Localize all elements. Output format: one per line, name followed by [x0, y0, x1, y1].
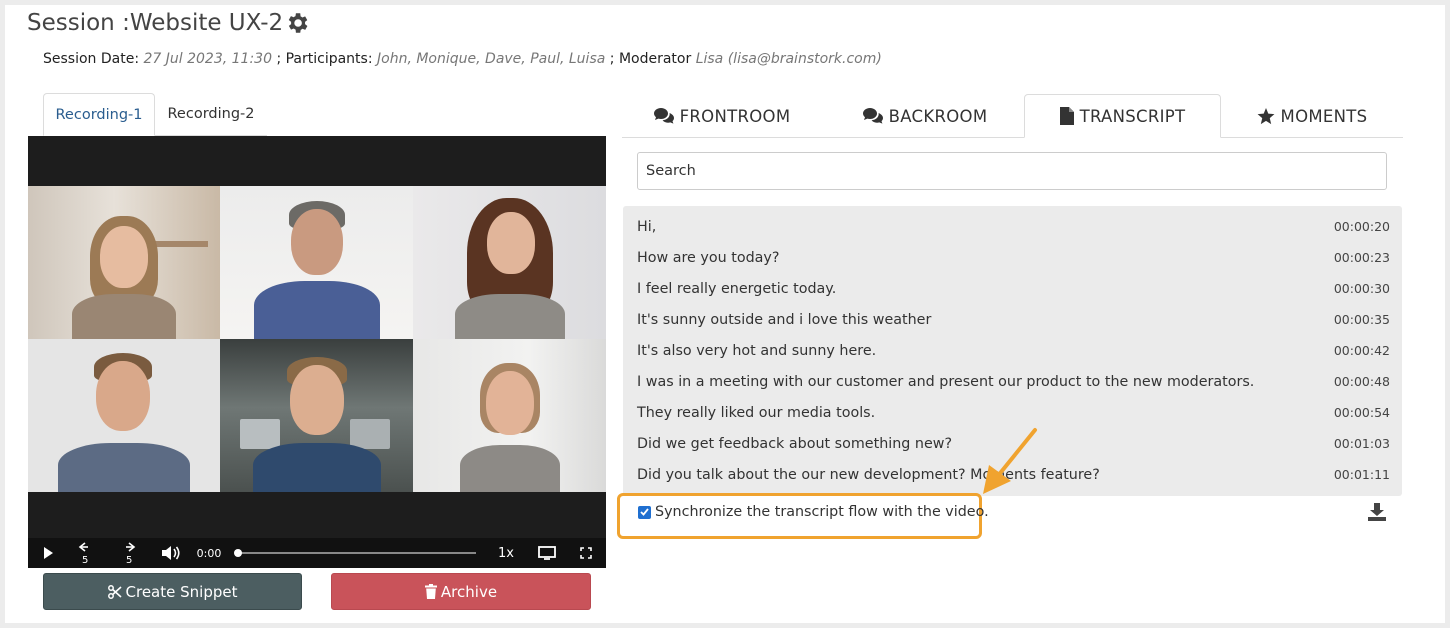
transcript-timestamp[interactable]: 00:00:20 [1334, 219, 1390, 234]
create-snippet-label: Create Snippet [125, 582, 238, 601]
sync-option[interactable]: Synchronize the transcript flow with the… [638, 504, 989, 520]
fullscreen-icon[interactable] [576, 538, 596, 568]
comments-icon [862, 108, 883, 124]
transcript-text: I was in a meeting with our customer and… [637, 373, 1255, 390]
tab-recording-2[interactable]: Recording-2 [155, 93, 267, 136]
session-title: Session :Website UX-2 [27, 10, 284, 36]
transcript-timestamp[interactable]: 00:00:54 [1334, 405, 1390, 420]
participants-label: ; Participants: [276, 51, 373, 67]
transcript-row[interactable]: I feel really energetic today. 00:00:30 [637, 273, 1390, 304]
archive-label: Archive [440, 582, 498, 601]
transcript-text: I feel really energetic today. [637, 280, 837, 297]
file-icon [1059, 107, 1074, 125]
transcript-timestamp[interactable]: 00:01:03 [1334, 436, 1390, 451]
skip-forward-seconds: 5 [126, 555, 133, 566]
volume-icon[interactable] [160, 538, 182, 568]
date-value: 27 Jul 2023, 11:30 [143, 51, 272, 67]
participants-value: John, Monique, Dave, Paul, Luisa [377, 51, 606, 67]
transcript-text: How are you today? [637, 249, 780, 266]
date-label: Session Date: [43, 51, 140, 67]
participant-video-tile [413, 339, 606, 492]
skip-forward-icon[interactable]: 5 [120, 538, 140, 568]
transcript-row[interactable]: How are you today? 00:00:23 [637, 242, 1390, 273]
comments-icon [653, 108, 674, 124]
skip-back-icon[interactable]: 5 [74, 538, 94, 568]
tab-moments-label: MOMENTS [1280, 106, 1368, 126]
participant-video-tile [28, 186, 220, 339]
star-icon [1257, 107, 1274, 124]
transcript-row[interactable]: I was in a meeting with our customer and… [637, 366, 1390, 397]
moderator-value: Lisa (lisa@brainstork.com) [695, 51, 882, 67]
current-time: 0:00 [196, 546, 222, 560]
participant-video-tile [28, 339, 220, 492]
tab-moments[interactable]: MOMENTS [1221, 94, 1403, 138]
tab-frontroom-label: FRONTROOM [679, 106, 791, 126]
transcript-text: They really liked our media tools. [637, 404, 876, 421]
skip-back-seconds: 5 [82, 555, 89, 566]
participant-video-tile [220, 339, 413, 492]
tab-transcript-label: TRANSCRIPT [1079, 106, 1186, 126]
tab-backroom-label: BACKROOM [888, 106, 988, 126]
participant-grid [28, 186, 606, 492]
sync-label: Synchronize the transcript flow with the… [655, 504, 989, 520]
transcript-text: It's also very hot and sunny here. [637, 342, 877, 359]
gear-icon[interactable] [284, 10, 310, 36]
participant-video-tile [220, 186, 413, 339]
transcript-timestamp[interactable]: 00:00:30 [1334, 281, 1390, 296]
transcript-text: It's sunny outside and i love this weath… [637, 311, 932, 328]
cast-screen-icon[interactable] [536, 538, 558, 568]
transcript-text: Did we get feedback about something new? [637, 435, 953, 452]
seek-handle[interactable] [234, 549, 242, 557]
seek-bar[interactable] [237, 552, 476, 554]
create-snippet-button[interactable]: Create Snippet [43, 573, 302, 610]
player-controls: 5 5 0:00 1x [28, 538, 606, 568]
transcript-row[interactable]: They really liked our media tools. 00:00:… [637, 397, 1390, 428]
transcript-text: Hi, [637, 218, 657, 235]
playback-speed[interactable]: 1x [496, 538, 516, 568]
moderator-label: ; Moderator [609, 51, 692, 67]
search-input[interactable] [637, 152, 1387, 190]
transcript-row[interactable]: It's sunny outside and i love this weath… [637, 304, 1390, 335]
session-meta: Session Date: 27 Jul 2023, 11:30 ; Parti… [43, 51, 882, 67]
transcript-timestamp[interactable]: 00:00:48 [1334, 374, 1390, 389]
transcript-timestamp[interactable]: 00:01:11 [1334, 467, 1390, 482]
archive-button[interactable]: Archive [331, 573, 591, 610]
tab-backroom[interactable]: BACKROOM [825, 94, 1025, 138]
tab-recording-1[interactable]: Recording-1 [43, 93, 155, 136]
transcript-timestamp[interactable]: 00:00:23 [1334, 250, 1390, 265]
transcript-timestamp[interactable]: 00:00:42 [1334, 343, 1390, 358]
play-icon[interactable] [40, 538, 56, 568]
tab-frontroom[interactable]: FRONTROOM [622, 94, 822, 138]
scissors-icon [107, 584, 122, 599]
page-title: Session :Website UX-2 [27, 10, 310, 36]
transcript-row[interactable]: Hi, 00:00:20 [637, 211, 1390, 242]
download-icon[interactable] [1368, 503, 1386, 521]
transcript-timestamp[interactable]: 00:00:35 [1334, 312, 1390, 327]
annotation-arrow [983, 428, 1037, 494]
tab-transcript[interactable]: TRANSCRIPT [1024, 94, 1221, 138]
video-player[interactable]: 5 5 0:00 1x [28, 136, 606, 568]
participant-video-tile [413, 186, 606, 339]
sync-checkbox[interactable] [638, 505, 651, 519]
trash-icon [424, 584, 437, 599]
transcript-row[interactable]: It's also very hot and sunny here. 00:00:… [637, 335, 1390, 366]
